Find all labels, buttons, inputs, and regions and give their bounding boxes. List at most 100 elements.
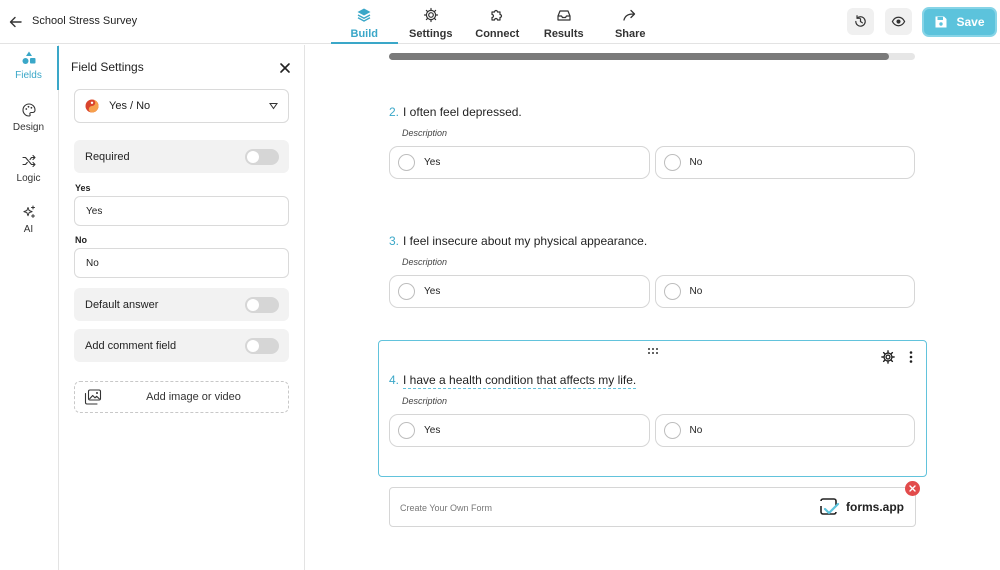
- main-tabs: Build Settings Connect Results Share: [331, 0, 664, 44]
- question-text: I often feel depressed.: [403, 105, 522, 119]
- tab-settings[interactable]: Settings: [398, 0, 465, 44]
- preview-button[interactable]: [885, 8, 912, 35]
- option-label: No: [689, 157, 703, 168]
- question-3[interactable]: 3. I feel insecure about my physical appe…: [389, 233, 915, 308]
- option-label: Yes: [424, 425, 441, 436]
- answer-options: Yes No: [389, 275, 915, 308]
- history-button[interactable]: [847, 8, 874, 35]
- default-answer-label: Default answer: [85, 298, 159, 311]
- default-answer-row: Default answer: [74, 288, 289, 321]
- answer-option-no[interactable]: No: [654, 146, 915, 179]
- tab-results[interactable]: Results: [531, 0, 598, 44]
- question-settings-gear-icon[interactable]: [881, 350, 895, 364]
- rail-label: Logic: [16, 173, 41, 184]
- question-title[interactable]: 4. I have a health condition that affects…: [389, 372, 915, 389]
- no-option-input[interactable]: [74, 248, 289, 278]
- share-arrow-icon: [622, 7, 638, 23]
- field-type-label: Yes / No: [109, 100, 151, 112]
- comment-field-toggle[interactable]: [245, 338, 279, 354]
- required-toggle[interactable]: [245, 149, 279, 165]
- add-media-label: Add image or video: [146, 391, 241, 403]
- default-answer-toggle[interactable]: [245, 297, 279, 313]
- tab-build[interactable]: Build: [331, 0, 398, 44]
- answer-option-no[interactable]: No: [654, 414, 915, 447]
- forms-app-logo: forms.app: [818, 497, 904, 517]
- rail-active-indicator: [57, 46, 59, 90]
- forms-app-name: forms.app: [846, 500, 905, 514]
- left-rail: Fields Design Logic AI: [0, 45, 59, 570]
- inbox-icon: [556, 7, 572, 23]
- option-label: No: [689, 286, 703, 297]
- radio-button[interactable]: [663, 283, 681, 300]
- save-button[interactable]: Save: [922, 7, 997, 37]
- save-label: Save: [956, 15, 985, 29]
- yes-option-input[interactable]: [74, 196, 289, 226]
- close-icon: [909, 485, 916, 492]
- required-row: Required: [74, 140, 289, 173]
- layers-icon: [356, 7, 372, 23]
- radio-button[interactable]: [398, 283, 415, 300]
- question-description[interactable]: Description: [402, 257, 915, 267]
- drag-handle-icon[interactable]: [647, 347, 659, 355]
- radio-button[interactable]: [663, 154, 681, 171]
- tab-share[interactable]: Share: [597, 0, 664, 44]
- tab-label: Settings: [409, 28, 453, 40]
- puzzle-icon: [489, 7, 505, 23]
- answer-option-yes[interactable]: Yes: [389, 414, 650, 447]
- question-4[interactable]: 4. I have a health condition that affects…: [389, 372, 915, 447]
- option-label: No: [689, 425, 703, 436]
- progress-fill: [389, 53, 889, 60]
- caret-down-icon: [269, 102, 278, 110]
- rail-item-logic[interactable]: Logic: [0, 154, 57, 194]
- question-title[interactable]: 3. I feel insecure about my physical appe…: [389, 233, 915, 249]
- question-description[interactable]: Description: [402, 396, 915, 406]
- yes-option-label: Yes: [75, 183, 91, 193]
- sparkles-icon: [22, 205, 36, 219]
- option-label: Yes: [424, 157, 441, 168]
- radio-button[interactable]: [398, 154, 415, 171]
- answer-option-no[interactable]: No: [654, 275, 915, 308]
- rail-label: AI: [23, 224, 34, 235]
- radio-button[interactable]: [398, 422, 415, 439]
- close-branding-button[interactable]: [905, 481, 920, 496]
- image-gallery-icon: [84, 389, 102, 405]
- answer-option-yes[interactable]: Yes: [389, 275, 650, 308]
- top-bar: School Stress Survey Build Settings Conn…: [0, 0, 1000, 44]
- radio-button[interactable]: [663, 422, 681, 439]
- shapes-icon: [22, 51, 36, 65]
- tab-connect[interactable]: Connect: [464, 0, 531, 44]
- form-canvas: 2. I often feel depressed. Description Ye…: [306, 45, 1000, 570]
- back-arrow-icon[interactable]: [6, 12, 26, 32]
- answer-option-yes[interactable]: Yes: [389, 146, 650, 179]
- tab-label: Results: [543, 28, 584, 40]
- progress-bar: [389, 53, 915, 60]
- shuffle-icon: [21, 154, 36, 168]
- question-text: I feel insecure about my physical appear…: [403, 234, 648, 248]
- add-image-video-button[interactable]: Add image or video: [74, 381, 289, 413]
- question-2[interactable]: 2. I often feel depressed. Description Ye…: [389, 104, 915, 179]
- close-icon[interactable]: [278, 61, 292, 75]
- question-number: 4.: [389, 373, 400, 387]
- gear-icon: [423, 7, 439, 23]
- question-number: 2.: [389, 105, 400, 119]
- option-label: Yes: [424, 286, 441, 297]
- no-option-label: No: [75, 235, 87, 245]
- tab-label: Connect: [475, 28, 520, 40]
- rail-item-fields[interactable]: Fields: [0, 51, 57, 91]
- palette-icon: [21, 103, 36, 117]
- question-description[interactable]: Description: [402, 128, 915, 138]
- form-title: School Stress Survey: [32, 15, 138, 27]
- question-text[interactable]: I have a health condition that affects m…: [403, 373, 637, 389]
- floppy-disk-icon: [934, 15, 948, 29]
- answer-options: Yes No: [389, 414, 915, 447]
- forms-app-logo-icon: [818, 497, 842, 517]
- question-title[interactable]: 2. I often feel depressed.: [389, 104, 915, 120]
- rail-item-design[interactable]: Design: [0, 103, 57, 143]
- field-type-select[interactable]: Yes / No: [74, 89, 289, 123]
- more-options-icon[interactable]: [908, 350, 914, 364]
- branding-banner[interactable]: Create Your Own Form forms.app: [389, 481, 920, 527]
- rail-item-ai[interactable]: AI: [0, 205, 57, 245]
- yes-no-type-icon: [85, 99, 99, 113]
- required-label: Required: [85, 150, 130, 163]
- comment-field-row: Add comment field: [74, 329, 289, 362]
